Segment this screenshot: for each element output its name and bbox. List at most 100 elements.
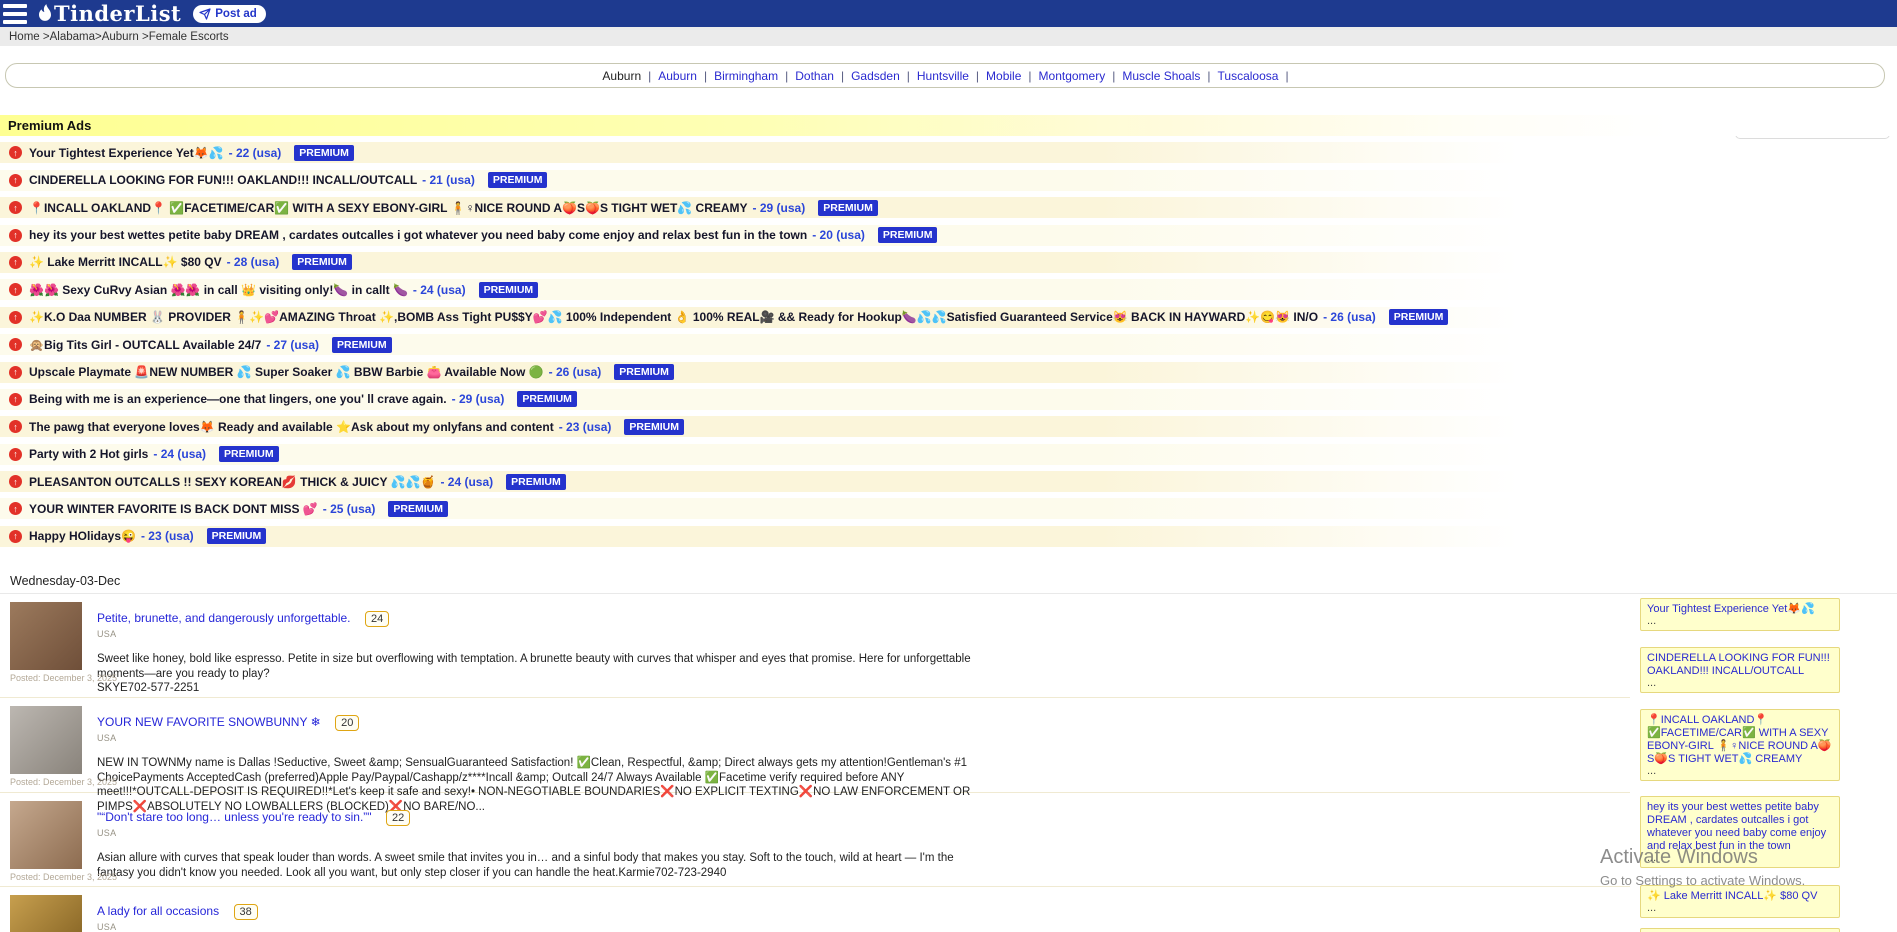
hamburger-menu-icon[interactable]: [3, 4, 27, 24]
listing-description: Asian allure with curves that speak loud…: [97, 851, 972, 880]
sidebar-ad-box[interactable]: Your Tightest Experience Yet🦊💦 ...: [1640, 598, 1840, 631]
sidebar-ad-box[interactable]: hey its your best wettes petite baby DRE…: [1640, 796, 1840, 868]
city-link[interactable]: Auburn: [658, 69, 697, 83]
listing-country: USA: [97, 922, 1630, 932]
age-badge: 20: [335, 715, 359, 731]
up-arrow-icon: [9, 201, 22, 214]
listing-row: Posted: December 3, 2025 Petite, brunett…: [0, 594, 1630, 698]
premium-badge: PREMIUM: [624, 419, 684, 435]
sidebar-ad-box[interactable]: 🌺🌺 Sexy CuRvy Asian 🌺🌺 in call 👑 visitin…: [1640, 928, 1840, 932]
breadcrumb-link[interactable]: Female Escorts: [149, 31, 229, 43]
listing-title-link[interactable]: YOUR NEW FAVORITE SNOWBUNNY ❄: [97, 715, 321, 729]
premium-ad-age: - 27 (usa): [266, 338, 319, 352]
listing-contact: SKYE702-577-2251: [97, 681, 1630, 696]
premium-ad-link[interactable]: hey its your best wettes petite baby DRE…: [29, 228, 807, 242]
listing-photo[interactable]: [10, 801, 82, 869]
premium-ad-link[interactable]: The pawg that everyone loves🦊 Ready and …: [29, 420, 554, 434]
premium-ad-link[interactable]: Your Tightest Experience Yet🦊💦: [29, 146, 224, 160]
city-separator: |: [648, 69, 651, 83]
city-link[interactable]: Gadsden: [851, 69, 900, 83]
premium-ad-link[interactable]: Happy HOlidays😜: [29, 529, 136, 543]
sidebar-ad-link[interactable]: CINDERELLA LOOKING FOR FUN!!! OAKLAND!!!…: [1647, 652, 1833, 678]
premium-badge: PREMIUM: [332, 337, 392, 353]
sidebar-ad-ellipsis: ...: [1647, 616, 1833, 627]
premium-ad-link[interactable]: Party with 2 Hot girls: [29, 447, 148, 461]
sidebar-ad-ellipsis: ...: [1647, 853, 1833, 864]
premium-ad-link[interactable]: ✨ Lake Merritt INCALL✨ $80 QV: [29, 255, 222, 269]
listing-title-link[interactable]: Petite, brunette, and dangerously unforg…: [97, 611, 351, 625]
up-arrow-icon: [9, 530, 22, 543]
up-arrow-icon: [9, 366, 22, 379]
listing-photo[interactable]: [10, 895, 82, 932]
post-ad-label: Post ad: [215, 8, 257, 20]
listing-title-link[interactable]: "“Don't stare too long… unless you're re…: [97, 810, 372, 824]
city-link[interactable]: Muscle Shoals: [1122, 69, 1200, 83]
sidebar-ad-box[interactable]: 📍INCALL OAKLAND📍 ✅FACETIME/CAR✅ WITH A S…: [1640, 709, 1840, 781]
up-arrow-icon: [9, 475, 22, 488]
listing-country: USA: [97, 629, 1630, 639]
sidebar-ad-link[interactable]: hey its your best wettes petite baby DRE…: [1647, 801, 1833, 853]
listing-row: A lady for all occasions 38 USA: [0, 887, 1630, 932]
city-separator: |: [704, 69, 707, 83]
premium-ad-row: Party with 2 Hot girls - 24 (usa) PREMIU…: [0, 444, 1897, 465]
breadcrumb-link[interactable]: Home: [9, 31, 40, 43]
premium-ad-row: Upscale Playmate 🚨NEW NUMBER 💦 Super Soa…: [0, 362, 1897, 383]
premium-ad-row: PLEASANTON OUTCALLS !! SEXY KOREAN💋 THIC…: [0, 471, 1897, 492]
premium-ad-link[interactable]: YOUR WINTER FAVORITE IS BACK DONT MISS 💕: [29, 502, 318, 516]
city-separator: |: [907, 69, 910, 83]
premium-badge: PREMIUM: [292, 254, 352, 270]
sidebar-ad-box[interactable]: ✨ Lake Merritt INCALL✨ $80 QV ...: [1640, 885, 1840, 918]
premium-badge: PREMIUM: [506, 474, 566, 490]
premium-ad-link[interactable]: Being with me is an experience—one that …: [29, 392, 447, 406]
breadcrumb-separator: >: [139, 31, 149, 43]
breadcrumb-link[interactable]: Auburn: [102, 31, 139, 43]
listing-photo[interactable]: [10, 602, 82, 670]
listing-country: USA: [97, 733, 1630, 743]
paper-plane-icon: [199, 8, 211, 20]
up-arrow-icon: [9, 229, 22, 242]
sidebar-ad-link[interactable]: 📍INCALL OAKLAND📍 ✅FACETIME/CAR✅ WITH A S…: [1647, 714, 1833, 766]
city-separator: |: [1285, 69, 1288, 83]
listing-photo[interactable]: [10, 706, 82, 774]
age-badge: 24: [365, 611, 389, 627]
site-logo[interactable]: TinderList: [37, 3, 181, 24]
premium-badge: PREMIUM: [517, 391, 577, 407]
premium-ad-age: - 21 (usa): [422, 173, 475, 187]
premium-badge: PREMIUM: [1389, 309, 1449, 325]
premium-badge: PREMIUM: [818, 200, 878, 216]
city-link[interactable]: Tuscaloosa: [1218, 69, 1279, 83]
premium-badge: PREMIUM: [488, 172, 548, 188]
premium-ad-link[interactable]: PLEASANTON OUTCALLS !! SEXY KOREAN💋 THIC…: [29, 475, 435, 489]
premium-ad-link[interactable]: CINDERELLA LOOKING FOR FUN!!! OAKLAND!!!…: [29, 173, 417, 187]
premium-ad-link[interactable]: 🙊Big Tits Girl - OUTCALL Available 24/7: [29, 338, 261, 352]
post-ad-button[interactable]: Post ad: [193, 5, 266, 23]
sidebar-ads: Your Tightest Experience Yet🦊💦 ... CINDE…: [1640, 598, 1840, 932]
city-link[interactable]: Dothan: [795, 69, 834, 83]
premium-ad-link[interactable]: Upscale Playmate 🚨NEW NUMBER 💦 Super Soa…: [29, 365, 544, 379]
sidebar-ad-ellipsis: ...: [1647, 678, 1833, 689]
premium-ad-link[interactable]: 🌺🌺 Sexy CuRvy Asian 🌺🌺 in call 👑 visitin…: [29, 283, 408, 297]
premium-ad-link[interactable]: 📍INCALL OAKLAND📍 ✅FACETIME/CAR✅ WITH A S…: [29, 201, 748, 215]
sidebar-ad-link[interactable]: ✨ Lake Merritt INCALL✨ $80 QV: [1647, 890, 1833, 903]
breadcrumb-link[interactable]: Alabama: [50, 31, 95, 43]
premium-ad-age: - 25 (usa): [323, 502, 376, 516]
sidebar-ad-link[interactable]: Your Tightest Experience Yet🦊💦: [1647, 603, 1833, 616]
current-city: Auburn: [602, 69, 641, 83]
up-arrow-icon: [9, 174, 22, 187]
premium-badge: PREMIUM: [479, 282, 539, 298]
city-link[interactable]: Birmingham: [714, 69, 778, 83]
sidebar-ad-box[interactable]: CINDERELLA LOOKING FOR FUN!!! OAKLAND!!!…: [1640, 647, 1840, 693]
city-link[interactable]: Montgomery: [1039, 69, 1106, 83]
listing-title-link[interactable]: A lady for all occasions: [97, 904, 219, 918]
premium-ad-link[interactable]: ✨K.O Daa NUMBER 🐰 PROVIDER 🧍✨💕AMAZING Th…: [29, 310, 1318, 324]
city-separator: |: [976, 69, 979, 83]
city-link[interactable]: Huntsville: [917, 69, 969, 83]
up-arrow-icon: [9, 338, 22, 351]
premium-ad-row: CINDERELLA LOOKING FOR FUN!!! OAKLAND!!!…: [0, 170, 1897, 191]
premium-ad-age: - 24 (usa): [153, 447, 206, 461]
city-link[interactable]: Mobile: [986, 69, 1021, 83]
posted-date: Posted: December 3, 2025: [10, 673, 117, 683]
premium-ad-age: - 23 (usa): [559, 420, 612, 434]
page: TinderList Post ad Home >Alabama>Auburn …: [0, 0, 1897, 932]
premium-badge: PREMIUM: [294, 145, 354, 161]
